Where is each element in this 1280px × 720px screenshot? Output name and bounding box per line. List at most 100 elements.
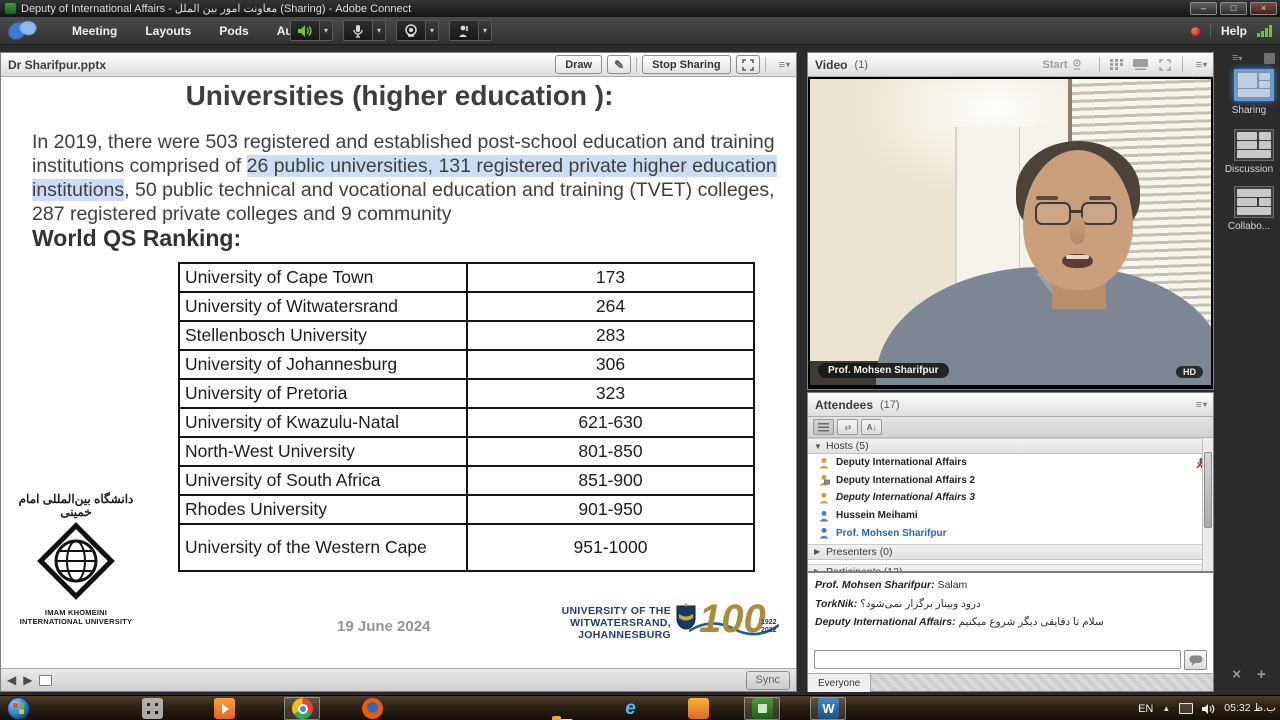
expand-icon[interactable]: ▶ <box>814 567 826 571</box>
speaker-dropdown[interactable]: ▾ <box>320 20 333 41</box>
help-menu[interactable]: Help <box>1221 24 1247 38</box>
status-control[interactable]: ▾ <box>449 20 492 41</box>
share-pod-footer: ◀ ▶ Sync <box>1 668 796 691</box>
microphone-icon[interactable] <box>343 20 373 41</box>
video-fullscreen-icon[interactable] <box>1153 55 1177 74</box>
paragraph-text: , 50 public technical and vocational edu… <box>32 179 775 225</box>
chat-input[interactable] <box>814 650 1181 669</box>
add-layout-button[interactable]: + <box>1257 666 1266 683</box>
attendees-pod-title: Attendees <box>815 398 873 412</box>
table-row: University of Cape Town173 <box>179 263 754 292</box>
menu-layouts[interactable]: Layouts <box>131 24 205 38</box>
wits-year-top: 1922 <box>761 619 777 627</box>
taskbar-connect-icon[interactable] <box>752 698 773 719</box>
taskbar-internet-explorer-icon[interactable]: e <box>620 698 641 719</box>
presentation-slide: Universities (higher education ): In 201… <box>1 77 796 668</box>
hd-badge: HD <box>1176 366 1203 378</box>
host-avatar-icon <box>818 510 830 522</box>
pointer-tool-button[interactable]: ✎ <box>607 55 631 74</box>
attendees-pod: Attendees (17) ≡▾ ⇄ A↓ ▼ Hosts (5) Deput… <box>807 392 1214 572</box>
taskbar-app-grid-icon[interactable] <box>142 698 163 719</box>
speech-bubble-icon <box>1189 655 1203 666</box>
previous-slide-button[interactable]: ◀ <box>7 673 16 687</box>
attendee-list-view-button[interactable] <box>813 419 834 435</box>
taskbar-word-icon[interactable]: W <box>818 698 839 719</box>
language-indicator[interactable]: EN <box>1138 703 1153 715</box>
attendees-pod-menu-icon[interactable]: ≡▾ <box>1196 399 1206 411</box>
close-layout-button[interactable]: × <box>1232 666 1241 683</box>
group-row-presenters[interactable]: ▶ Presenters (0) <box>808 544 1213 560</box>
chat-messages: Prof. Mohsen Sharifpur: Salam TorkNik: د… <box>808 573 1213 647</box>
microphone-dropdown[interactable]: ▾ <box>373 20 386 41</box>
scrollbar-thumb[interactable] <box>1204 452 1212 528</box>
layout-label[interactable]: Discussion <box>1218 164 1280 175</box>
layout-label[interactable]: Sharing <box>1218 105 1280 116</box>
sort-attendees-button[interactable]: A↓ <box>861 419 882 435</box>
person-head <box>1023 150 1133 290</box>
share-pod-menu-icon[interactable]: ≡▾ <box>779 59 789 71</box>
collapse-icon[interactable]: ▼ <box>814 442 826 451</box>
speaker-control[interactable]: ▾ <box>290 20 333 41</box>
webcam-icon[interactable] <box>396 20 426 41</box>
attendee-row[interactable]: Hussein Meihami <box>808 507 1213 525</box>
maximize-button[interactable]: □ <box>1220 2 1247 15</box>
qs-ranking-heading: World QS Ranking: <box>32 225 241 252</box>
group-row-participants[interactable]: ▶ Participants (12) <box>808 564 1213 571</box>
layout-thumb-discussion[interactable] <box>1234 129 1274 161</box>
speaker-icon[interactable] <box>290 20 320 41</box>
attendees-count: (17) <box>880 399 900 411</box>
connection-signal-icon[interactable] <box>1257 25 1272 37</box>
network-icon[interactable] <box>1179 703 1193 714</box>
slide-date: 19 June 2024 <box>337 618 430 635</box>
expand-icon[interactable]: ▶ <box>814 547 826 556</box>
layouts-sidebar: ≡▾ Sharing Discussion Collabo... × + <box>1218 45 1280 695</box>
menu-meeting[interactable]: Meeting <box>58 24 131 38</box>
raise-hand-icon[interactable] <box>449 20 479 41</box>
layout-label[interactable]: Collabo... <box>1218 221 1280 232</box>
fullscreen-button[interactable] <box>736 55 760 74</box>
webcam-dropdown[interactable]: ▾ <box>426 20 439 41</box>
next-slide-button[interactable]: ▶ <box>23 673 32 687</box>
attendee-row[interactable]: Deputy International Affairs 3 <box>808 489 1213 507</box>
attendee-row[interactable]: Deputy International Affairs <box>808 454 1213 472</box>
close-button[interactable]: × <box>1250 2 1277 15</box>
video-frame: Prof. Mohsen Sharifpur HD <box>808 77 1213 389</box>
minimize-button[interactable]: – <box>1190 2 1217 15</box>
layout-thumb-sharing[interactable] <box>1234 69 1274 101</box>
sidebar-menu-icon[interactable]: ≡▾ <box>1232 52 1242 64</box>
group-row-hosts[interactable]: ▼ Hosts (5) <box>808 438 1213 454</box>
webcam-control[interactable]: ▾ <box>396 20 439 41</box>
grid-view-icon[interactable] <box>1105 55 1129 74</box>
send-message-button[interactable] <box>1184 650 1207 670</box>
attendees-scrollbar[interactable] <box>1202 438 1213 571</box>
tab-everyone[interactable]: Everyone <box>808 674 871 692</box>
webcam-video: Prof. Mohsen Sharifpur HD <box>810 79 1211 385</box>
chat-message: Deputy International Affairs: سلام تا دق… <box>815 616 1206 628</box>
taskbar-office-icon[interactable] <box>688 698 709 719</box>
sync-button[interactable]: Sync <box>746 671 790 690</box>
start-webcam-button[interactable]: Start <box>1034 55 1094 74</box>
taskbar-media-player-icon[interactable] <box>214 698 235 719</box>
sidebar-toggle-icon[interactable] <box>39 675 52 686</box>
filmstrip-view-icon[interactable] <box>1129 55 1153 74</box>
taskbar-firefox-icon[interactable] <box>362 698 383 719</box>
chat-message: TorkNik: درود وبینار برگزار نمی‌شود؟ <box>815 598 1206 610</box>
attendee-row-self[interactable]: Prof. Mohsen Sharifpur <box>808 524 1213 542</box>
taskbar-chrome-icon[interactable] <box>292 698 313 719</box>
stop-sharing-button[interactable]: Stop Sharing <box>642 55 730 74</box>
clock[interactable]: 05:32 ب.ظ <box>1224 696 1276 720</box>
menu-pods[interactable]: Pods <box>205 24 262 38</box>
video-pod-menu-icon[interactable]: ≡▾ <box>1196 59 1206 71</box>
microphone-control[interactable]: ▾ <box>343 20 386 41</box>
draw-button[interactable]: Draw <box>555 55 602 74</box>
sidebar-collapse-icon[interactable] <box>1264 53 1275 64</box>
start-button[interactable] <box>7 697 30 720</box>
wits-name-line2: WITWATERSRAND, <box>539 617 671 629</box>
tray-expand-icon[interactable]: ▲ <box>1162 704 1170 713</box>
status-dropdown[interactable]: ▾ <box>479 20 492 41</box>
attendee-row[interactable]: Deputy International Affairs 2 <box>808 472 1213 490</box>
breakout-rooms-button[interactable]: ⇄ <box>837 419 858 435</box>
volume-icon[interactable] <box>1202 703 1215 715</box>
layout-thumb-collaboration[interactable] <box>1234 186 1274 218</box>
attendees-toolbar: ⇄ A↓ <box>808 417 1213 438</box>
